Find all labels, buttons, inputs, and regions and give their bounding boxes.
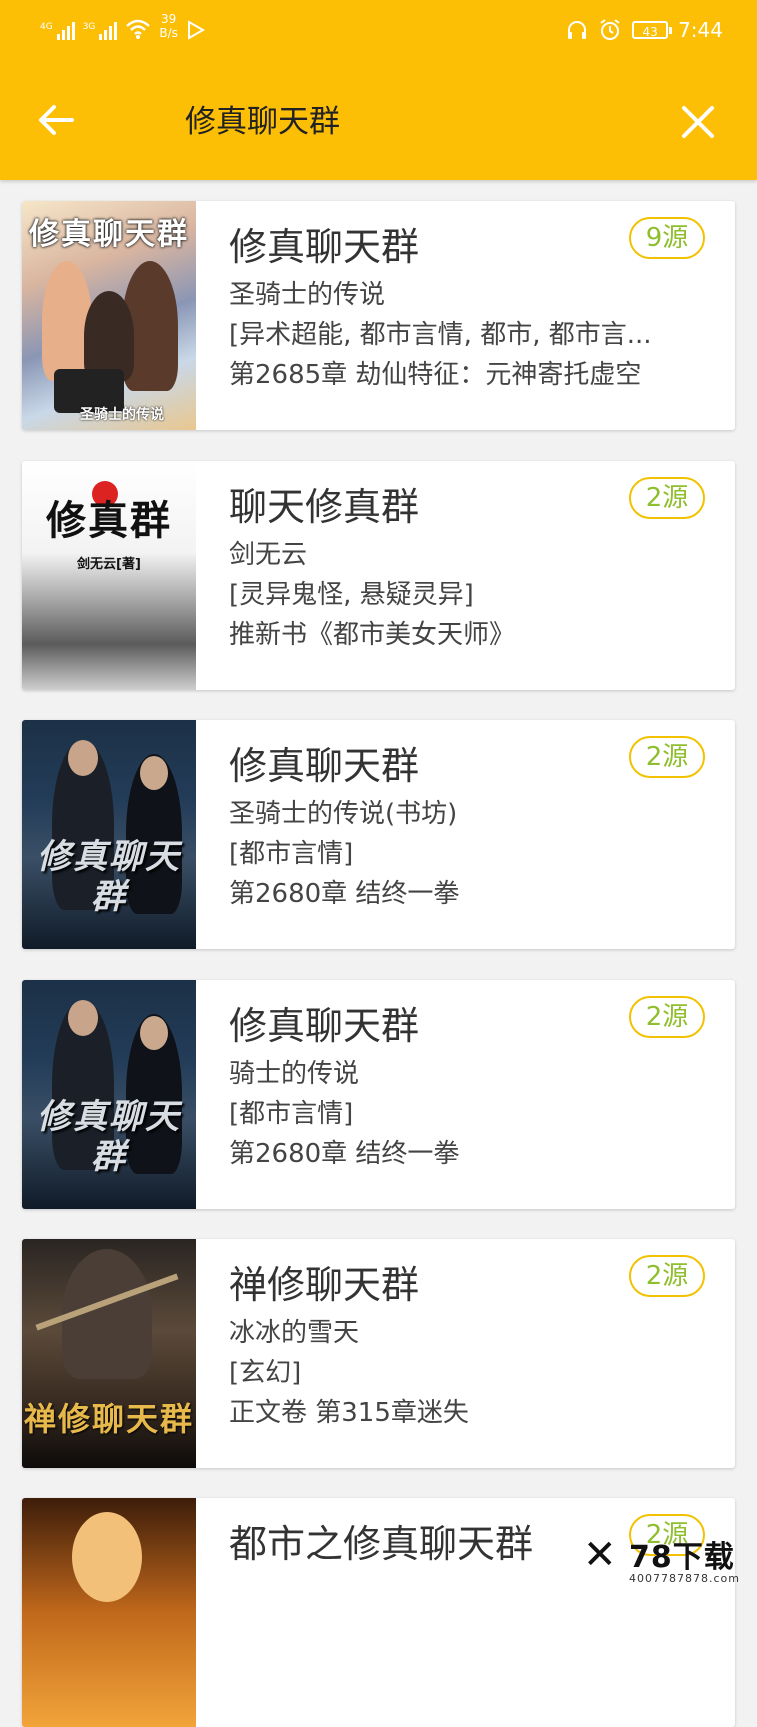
watermark-logo-icon: ✕	[583, 1532, 617, 1578]
cover-title: 修真聊天群	[37, 837, 181, 917]
source-count-badge[interactable]: 9源	[629, 217, 705, 259]
book-tags: [灵异鬼怪, 悬疑灵异]	[229, 580, 474, 610]
book-cover: 修真群 剑无云[著]	[22, 461, 196, 690]
cover-title: 修真聊天群	[37, 1097, 181, 1177]
source-count-badge[interactable]: 2源	[629, 477, 705, 519]
book-author: 骑士的传说	[229, 1059, 360, 1089]
signal-2-label: 3G	[82, 22, 96, 32]
book-tags: [异术超能, 都市言情, 都市, 都市言...	[229, 320, 652, 350]
cover-author: 圣骑士的传说	[80, 407, 164, 423]
headphones-icon	[568, 21, 587, 39]
book-cover	[22, 1498, 196, 1727]
book-latest-chapter: 正文卷 第315章迷失	[229, 1398, 469, 1428]
cover-title: 修真群	[46, 497, 172, 544]
book-latest-chapter: 第2680章 结终一拳	[229, 1139, 460, 1169]
close-icon[interactable]	[678, 102, 718, 142]
signal-4g-icon: 4G	[40, 22, 75, 40]
book-author: 圣骑士的传说(书坊)	[229, 799, 458, 829]
signal-1-label: 4G	[40, 22, 53, 32]
site-watermark: ✕ 78下载 4007787878.com	[583, 1528, 757, 1600]
signal-3g-icon: 3G	[83, 22, 118, 40]
net-speed-unit: B/s	[159, 26, 178, 40]
watermark-brand: 78下载	[629, 1540, 735, 1575]
book-author: 圣骑士的传说	[229, 280, 386, 310]
alarm-icon	[600, 19, 620, 40]
status-time: 7:44	[678, 18, 723, 42]
book-latest-chapter: 第2685章 劫仙特征：元神寄托虚空	[229, 360, 642, 390]
book-latest-chapter: 推新书《都市美女天师》	[229, 620, 516, 650]
book-cover: 修真聊天群	[22, 980, 196, 1209]
net-speed: 39 B/s	[159, 12, 178, 40]
book-card[interactable]: 修真聊天群 圣骑士的传说 修真聊天群 圣骑士的传说 [异术超能, 都市言情, 都…	[22, 201, 735, 430]
book-card[interactable]: 禅修聊天群 禅修聊天群 冰冰的雪天 [玄幻] 正文卷 第315章迷失 2源	[22, 1239, 735, 1468]
book-tags: [都市言情]	[229, 839, 354, 869]
book-card[interactable]: 修真聊天群 修真聊天群 圣骑士的传说(书坊) [都市言情] 第2680章 结终一…	[22, 720, 735, 949]
book-tags: [都市言情]	[229, 1099, 354, 1129]
book-cover: 禅修聊天群	[22, 1239, 196, 1468]
cover-title: 修真聊天群	[29, 217, 189, 252]
source-count-badge[interactable]: 2源	[629, 736, 705, 778]
watermark-url: 4007787878.com	[629, 1572, 740, 1585]
book-author: 冰冰的雪天	[229, 1318, 360, 1348]
cover-title: 禅修聊天群	[23, 1400, 194, 1438]
book-cover: 修真聊天群 圣骑士的传说	[22, 201, 196, 430]
book-cover: 修真聊天群	[22, 720, 196, 949]
book-card[interactable]: 修真群 剑无云[著] 聊天修真群 剑无云 [灵异鬼怪, 悬疑灵异] 推新书《都市…	[22, 461, 735, 690]
app-bar: 修真聊天群	[0, 64, 757, 180]
back-arrow-icon[interactable]	[36, 100, 76, 140]
play-store-icon	[187, 20, 205, 40]
book-latest-chapter: 第2680章 结终一拳	[229, 879, 460, 909]
wifi-icon	[126, 19, 151, 39]
source-count-badge[interactable]: 2源	[629, 1255, 705, 1297]
battery-icon: 43	[632, 21, 673, 39]
cover-author: 剑无云[著]	[77, 557, 141, 572]
status-bar: 4G 3G 39 B/s 43 7:44	[0, 0, 757, 64]
battery-level: 43	[642, 25, 658, 39]
source-count-badge[interactable]: 2源	[629, 996, 705, 1038]
net-speed-value: 39	[161, 12, 177, 26]
page-title: 修真聊天群	[185, 104, 340, 140]
book-tags: [玄幻]	[229, 1358, 302, 1388]
book-author: 剑无云	[229, 540, 308, 570]
book-card[interactable]: 修真聊天群 修真聊天群 骑士的传说 [都市言情] 第2680章 结终一拳 2源	[22, 980, 735, 1209]
